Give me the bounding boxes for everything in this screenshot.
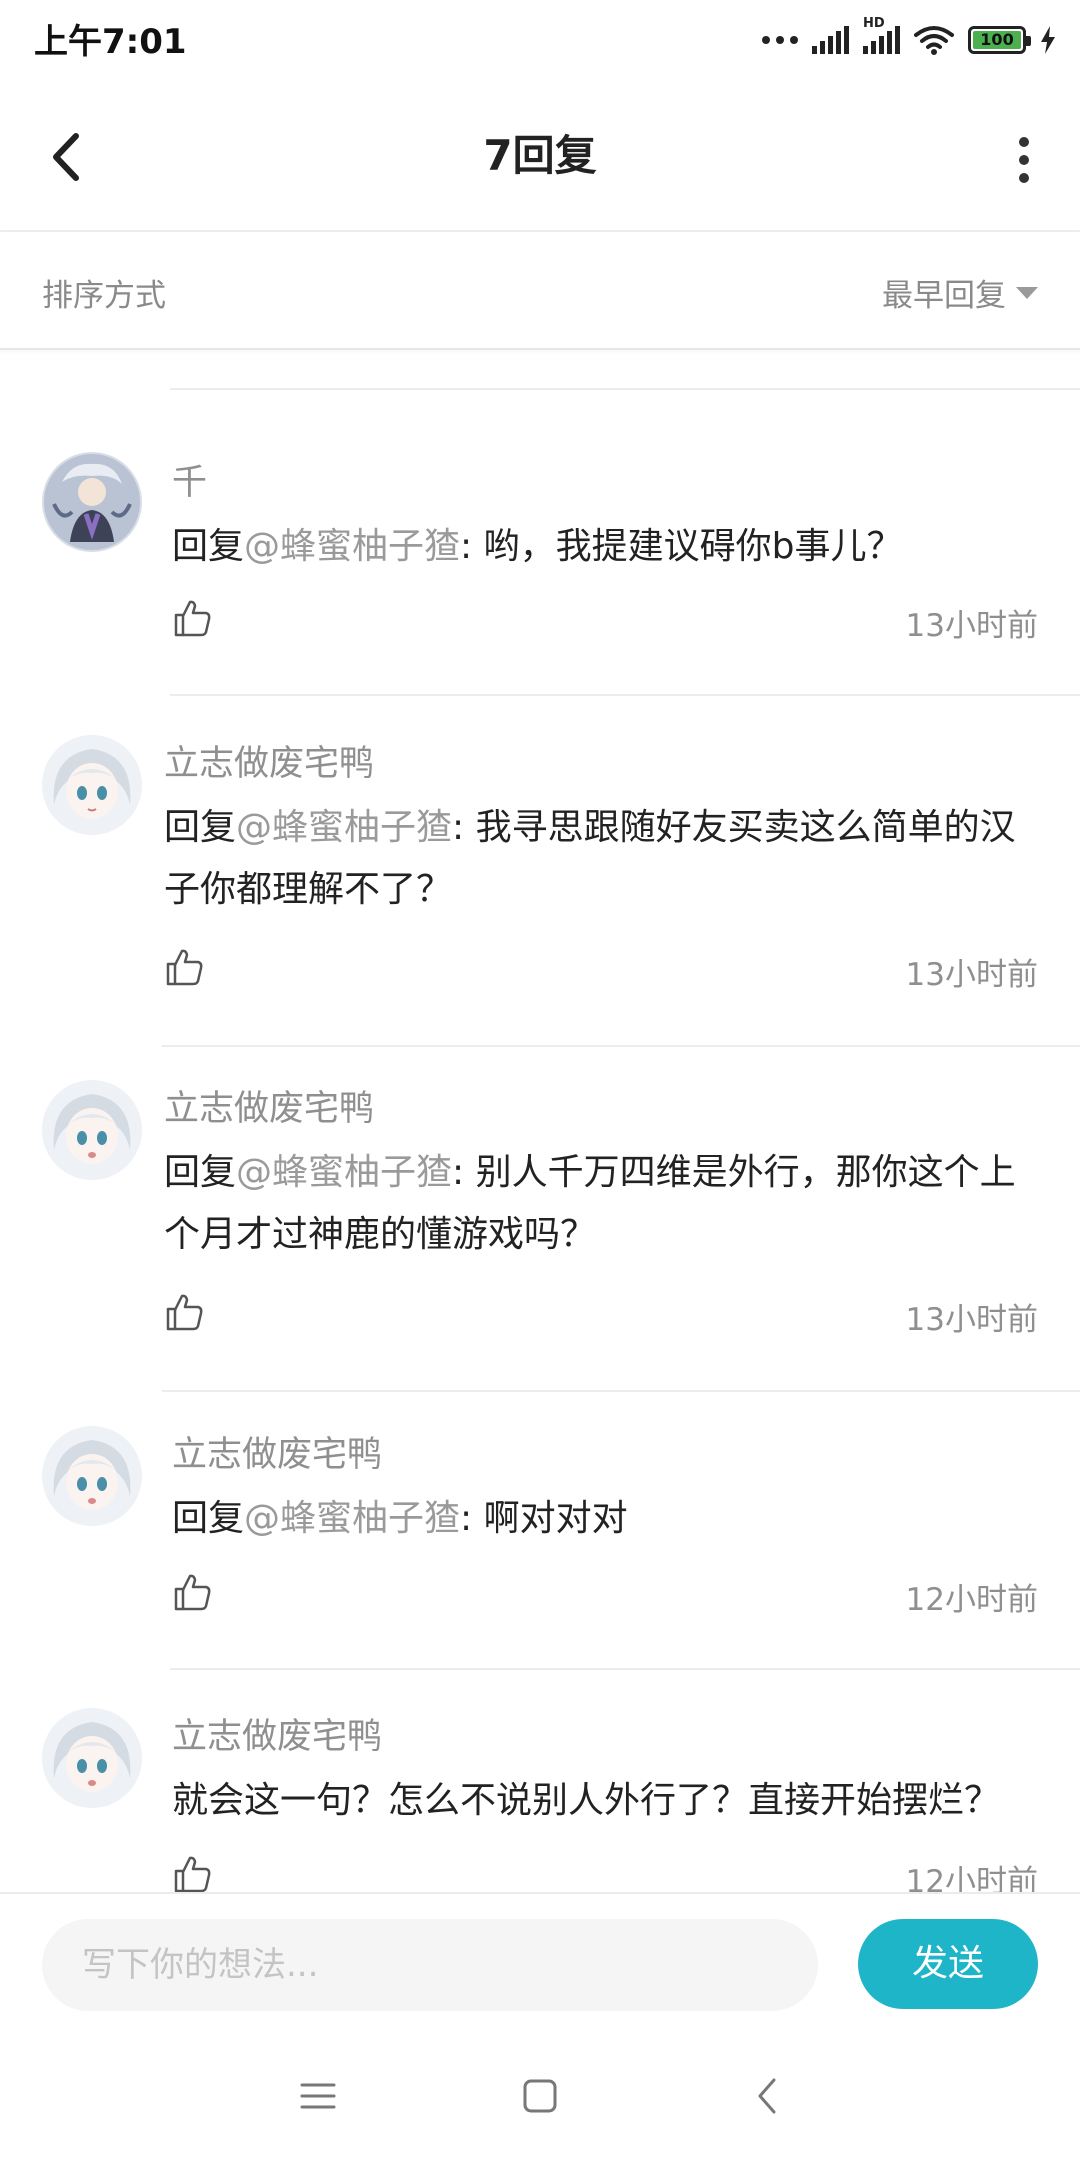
home-square-icon[interactable] [516,2072,564,2120]
reply-username[interactable]: 立志做废宅鸭 [172,1426,382,1477]
reply-list[interactable]: 千 回复@蜂蜜柚子猹: 哟，我提建议碍你b事儿？ 13小时前 立志做废宅鸭 回复… [0,350,1080,1892]
page-header: 7回复 [0,80,1080,232]
reply-item: 千 回复@蜂蜜柚子猹: 哟，我提建议碍你b事儿？ 13小时前 [0,452,1080,697]
reply-content: 回复@蜂蜜柚子猹: 我寻思跟随好友买卖这么简单的汉子你都理解不了？ [164,797,1040,921]
sort-selected-value: 最早回复 [882,278,1006,314]
reply-text: 就会这一句？怎么不说别人外行了？直接开始摆烂？ [172,1780,1001,1821]
reply-prefix: 回复 [164,807,237,848]
mention-link[interactable]: @蜂蜜柚子猹 [244,1498,460,1539]
mention-link[interactable]: @蜂蜜柚子猹 [244,526,460,567]
thumbs-up-icon[interactable] [172,598,212,638]
reply-item: 立志做废宅鸭 就会这一句？怎么不说别人外行了？直接开始摆烂？ 12小时前 [0,1708,1080,1892]
sort-label: 排序方式 [42,278,166,314]
reply-divider [170,694,1080,696]
reply-input[interactable] [42,1919,818,2011]
reply-time: 13小时前 [905,1302,1038,1338]
thumbs-up-icon[interactable] [164,947,204,987]
mention-link[interactable]: @蜂蜜柚子猹 [236,807,452,848]
nav-back-icon[interactable] [744,2072,792,2120]
reply-content: 回复@蜂蜜柚子猹: 哟，我提建议碍你b事儿？ [172,516,1040,578]
mention-link[interactable]: @蜂蜜柚子猹 [236,1152,452,1193]
reply-prefix: 回复 [164,1152,237,1193]
thumbs-up-icon[interactable] [172,1854,212,1892]
avatar[interactable] [42,1080,142,1180]
reply-content: 回复@蜂蜜柚子猹: 别人千万四维是外行，那你这个上个月才过神鹿的懂游戏吗？ [164,1142,1040,1266]
battery-level: 100 [973,31,1021,49]
more-options-icon[interactable] [1004,130,1044,190]
reply-content: 就会这一句？怎么不说别人外行了？直接开始摆烂？ [172,1770,1040,1832]
reply-username[interactable]: 千 [172,454,207,505]
battery-icon: 100 [968,26,1031,54]
avatar[interactable] [42,1426,142,1526]
reply-username[interactable]: 立志做废宅鸭 [172,1708,382,1759]
status-icons: HD 100 [762,16,1056,62]
reply-item: 立志做废宅鸭 回复@蜂蜜柚子猹: 啊对对对 12小时前 [0,1426,1080,1671]
reply-prefix: 回复 [172,1498,245,1539]
thumbs-up-icon[interactable] [172,1572,212,1612]
cell-signal-icon [812,26,849,54]
reply-item: 立志做废宅鸭 回复@蜂蜜柚子猹: 我寻思跟随好友买卖这么简单的汉子你都理解不了？… [0,735,1080,1047]
reply-divider [162,1045,1080,1047]
status-bar: 上午7:01 HD 100 [0,0,1080,80]
reply-content: 回复@蜂蜜柚子猹: 啊对对对 [172,1488,1040,1550]
menu-icon[interactable] [294,2072,342,2120]
reply-text: : 哟，我提建议碍你b事儿？ [460,526,903,567]
caret-down-icon [1016,286,1038,299]
sort-dropdown[interactable]: 最早回复 [882,270,1038,315]
reply-time: 12小时前 [905,1864,1038,1892]
thumbs-up-icon[interactable] [164,1292,204,1332]
status-time: 上午7:01 [34,22,187,62]
reply-divider [170,388,1080,390]
avatar[interactable] [42,452,142,552]
reply-time: 12小时前 [905,1582,1038,1618]
reply-divider [162,1390,1080,1392]
reply-username[interactable]: 立志做废宅鸭 [164,1080,374,1131]
reply-username[interactable]: 立志做废宅鸭 [164,735,374,786]
reply-time: 13小时前 [905,608,1038,644]
cell-signal-hd-icon: HD [863,16,900,54]
system-nav-bar [0,2032,1080,2160]
avatar[interactable] [42,1708,142,1808]
page-title: 7回复 [483,131,597,180]
reply-divider [170,1668,1080,1670]
charging-icon [1041,26,1055,54]
wifi-icon [914,26,954,55]
sort-bar: 排序方式 最早回复 [0,232,1080,350]
reply-item: 立志做废宅鸭 回复@蜂蜜柚子猹: 别人千万四维是外行，那你这个上个月才过神鹿的懂… [0,1080,1080,1392]
composer-bar: 发送 [0,1892,1080,2034]
avatar[interactable] [42,735,142,835]
reply-prefix: 回复 [172,526,245,567]
more-notifications-icon [762,36,798,44]
reply-text: : 啊对对对 [460,1498,628,1539]
send-button[interactable]: 发送 [858,1919,1038,2009]
network-type-label: HD [863,16,885,31]
previous-reply-partial [0,350,1080,390]
reply-time: 13小时前 [905,957,1038,993]
